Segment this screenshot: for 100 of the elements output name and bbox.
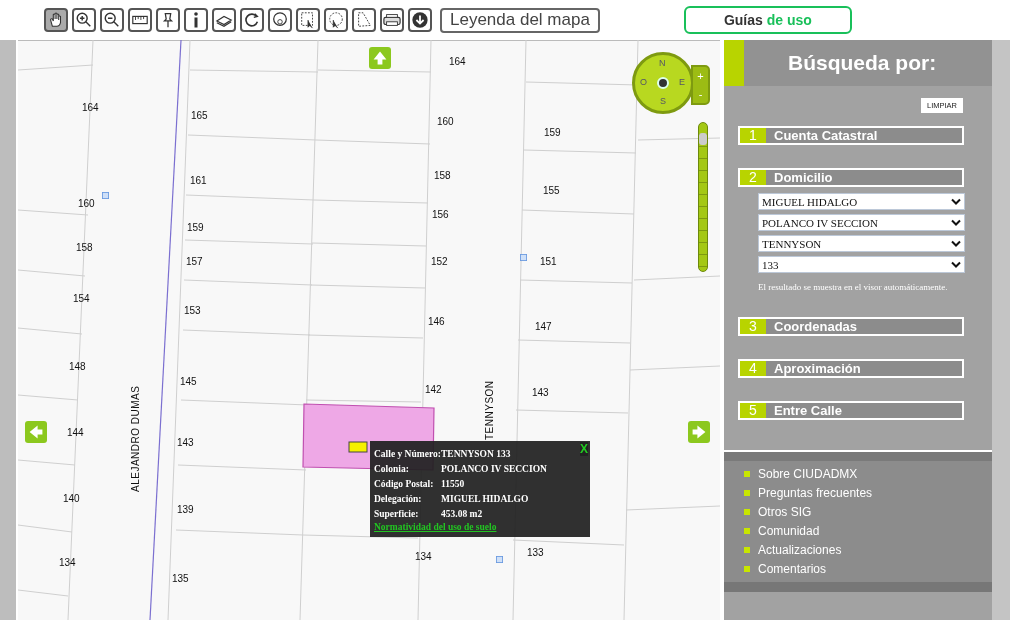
guides-button[interactable]: Guías de uso [683,6,852,34]
chevron-down-icon [951,197,961,206]
tool-button[interactable] [380,8,404,32]
lot-number: 147 [535,321,552,332]
close-button[interactable]: X [580,442,588,456]
lot-number: 158 [434,170,451,181]
field-label: Superficie: [374,508,420,519]
tool-button[interactable] [212,8,236,32]
tool-button[interactable] [296,8,320,32]
accent-bar [724,40,744,86]
field-value: MIGUEL HIDALGO [441,493,529,504]
street-label: ALEJANDRO DUMAS [130,385,141,492]
lot-number: 157 [186,256,203,267]
section-header[interactable]: 5 Entre Calle [738,401,964,420]
field-value: 453.08 m2 [441,508,483,519]
lot-number: 133 [527,547,544,558]
select-field[interactable]: POLANCO IV SECCION [758,214,965,231]
section-header[interactable]: 3 Coordenadas [738,317,964,336]
info-icon [193,11,199,29]
lot-number: 143 [177,437,194,448]
lot-number: 154 [73,293,90,304]
sidebar-link[interactable]: Actualizaciones [744,540,992,559]
lot-number: 134 [415,551,432,562]
lot-number: 153 [184,305,201,316]
tool-button[interactable] [268,8,292,32]
parking-icon [496,556,503,563]
lot-number: 135 [172,573,189,584]
section-header[interactable]: 2 Domicilio [738,168,964,187]
select-field[interactable]: 133 [758,256,965,273]
lot-number: 164 [449,56,466,67]
lot-number: 155 [543,185,560,196]
tool-button[interactable] [156,8,180,32]
lot-number: 165 [191,110,208,121]
field-label: Delegación: [374,493,423,504]
tool-button[interactable] [100,8,124,32]
parking-icon [520,254,527,261]
field-label: Código Postal: [374,478,435,489]
lot-number: 145 [180,376,197,387]
field-label: Colonia: [374,463,410,474]
lot-number: 152 [431,256,448,267]
print-icon [383,11,401,29]
select-circle-icon [327,11,345,29]
result-note: El resultado se muestra en el visor automáticamente. [758,282,949,292]
zoom-in-button[interactable]: + [693,67,708,85]
street-label: TENNYSON [484,380,495,440]
select-point-icon [271,11,289,29]
zoom-slider[interactable] [698,122,708,272]
tool-button[interactable] [352,8,376,32]
lot-number: 156 [432,209,449,220]
tool-button[interactable] [184,8,208,32]
lot-number: 159 [544,127,561,138]
parcel-map-drawing[interactable] [18,40,720,620]
lot-number: 143 [532,387,549,398]
sidebar-link[interactable]: Preguntas frecuentes [744,483,992,502]
east-label: E [679,77,685,87]
select-field[interactable]: TENNYSON [758,235,965,252]
select-field[interactable]: MIGUEL HIDALGO [758,193,965,210]
lot-number: 161 [190,175,207,186]
land-use-link[interactable]: Normatividad del uso de suelo [374,522,586,532]
tool-button[interactable] [128,8,152,32]
chevron-down-icon [951,218,961,227]
zoom-in-icon [75,11,93,29]
lot-number: 139 [177,504,194,515]
tool-button[interactable] [240,8,264,32]
lot-number: 134 [59,557,76,568]
tool-button[interactable] [324,8,348,32]
compass-center-icon [657,77,669,89]
tool-button[interactable] [72,8,96,32]
sidebar-link[interactable]: Comunidad [744,521,992,540]
west-label: O [640,77,647,87]
zoom-out-button[interactable]: - [693,85,708,103]
lot-number: 142 [425,384,442,395]
lot-number: 160 [437,116,454,127]
field-label: Calle y Número: [374,448,441,459]
arrow-left-icon [28,424,44,440]
zoom-out-icon [103,11,121,29]
section-header[interactable]: 4 Aproximación [738,359,964,378]
lot-number: 140 [63,493,80,504]
lot-number: 146 [428,316,445,327]
lot-number: 159 [187,222,204,233]
zoom-slider-thumb[interactable] [699,132,707,145]
sidebar-link[interactable]: Sobre CIUDADMX [744,464,992,483]
download-icon [411,11,429,29]
section-header[interactable]: 1 Cuenta Catastral [738,126,964,145]
chevron-down-icon [951,239,961,248]
field-value: POLANCO IV SECCION [441,463,547,474]
field-value: TENNYSON 133 [441,448,511,459]
sidebar-link[interactable]: Comentarios [744,559,992,578]
map-legend-button[interactable]: Leyenda del mapa [440,7,600,33]
sidebar-link[interactable]: Otros SIG [744,502,992,521]
tool-button[interactable] [44,8,68,32]
lot-number: 158 [76,242,93,253]
lot-number: 148 [69,361,86,372]
north-label: N [659,58,666,68]
sidebar-title: Búsqueda por: [788,51,937,75]
field-value: 11550 [441,478,465,489]
lot-number: 144 [67,427,84,438]
tool-button[interactable] [408,8,432,32]
lot-number: 164 [82,102,99,113]
select-polygon-icon [355,11,373,29]
